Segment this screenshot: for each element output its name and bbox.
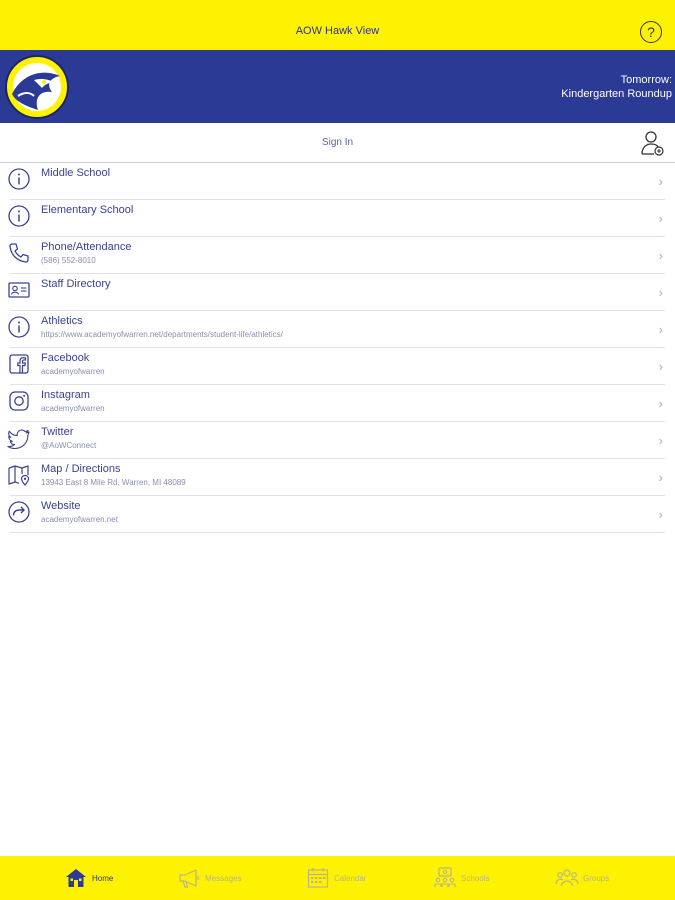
instagram-icon	[9, 391, 29, 411]
list-item-facebook[interactable]: Facebook academyofwarren ›	[9, 348, 665, 385]
list-item-label: Staff Directory	[41, 278, 111, 290]
info-icon	[8, 205, 30, 227]
list-item-label: Twitter	[41, 426, 74, 438]
tab-groups[interactable]: Groups	[555, 862, 609, 894]
chevron-right-icon: ›	[658, 433, 663, 448]
list-item-label: Athletics	[41, 315, 83, 327]
tab-label: Calendar	[334, 873, 367, 883]
info-icon	[8, 316, 30, 338]
home-icon	[66, 869, 86, 887]
list-item-label: Instagram	[41, 389, 90, 401]
list-item-sub: academyofwarren.net	[41, 515, 118, 524]
tab-label: Schools	[461, 873, 490, 883]
menu-list: Middle School › Elementary School › Phon…	[0, 163, 675, 533]
megaphone-icon	[179, 869, 199, 888]
schools-icon	[434, 867, 456, 887]
tab-label: Home	[92, 873, 114, 883]
list-item-label: Facebook	[41, 352, 90, 364]
user-add-icon[interactable]	[640, 130, 664, 156]
chevron-right-icon: ›	[658, 396, 663, 411]
twitter-icon	[7, 429, 30, 450]
list-item-label: Phone/Attendance	[41, 241, 132, 253]
tab-schools[interactable]: Schools	[433, 862, 489, 894]
list-item-label: Elementary School	[41, 204, 134, 216]
tab-label: Groups	[583, 873, 610, 883]
sign-in-label: Sign In	[321, 137, 354, 148]
map-icon	[8, 465, 30, 486]
list-item-athletics[interactable]: Athletics https://www.academyofwarren.ne…	[8, 311, 665, 348]
info-icon	[8, 168, 30, 190]
groups-icon	[555, 869, 579, 887]
contact-card-icon	[8, 282, 30, 298]
phone-icon	[9, 243, 29, 263]
list-item-staff-directory[interactable]: Staff Directory ›	[8, 274, 665, 311]
chevron-right-icon: ›	[658, 285, 663, 300]
list-item-sub: https://www.academyofwarren.net/departme…	[41, 330, 283, 339]
tab-calendar[interactable]: Calendar	[306, 862, 366, 894]
top-app-bar: AOW Hawk View ?	[0, 0, 675, 50]
list-item-label: Middle School	[41, 167, 111, 179]
chevron-right-icon: ›	[658, 174, 663, 189]
chevron-right-icon: ›	[658, 248, 663, 263]
school-banner: Tomorrow: Kindergarten Roundup	[0, 50, 675, 123]
list-item-website[interactable]: Website academyofwarren.net ›	[8, 496, 665, 533]
calendar-icon	[307, 868, 329, 888]
list-item-elementary-school[interactable]: Elementary School ›	[8, 200, 665, 237]
list-item-sub: (586) 552-8010	[41, 256, 96, 265]
tab-label: Messages	[205, 873, 242, 883]
chevron-right-icon: ›	[658, 359, 663, 374]
list-item-middle-school[interactable]: Middle School ›	[8, 163, 665, 200]
facebook-icon	[9, 354, 29, 374]
chevron-right-icon: ›	[658, 211, 663, 226]
list-item-phone-attendance[interactable]: Phone/Attendance (586) 552-8010 ›	[9, 237, 665, 274]
sign-in-bar[interactable]: Sign In	[0, 123, 675, 163]
bottom-tab-bar: Home Messages Calendar Schools Groups	[0, 856, 675, 900]
list-item-map-directions[interactable]: Map / Directions 13943 East 8 Mile Rd, W…	[8, 459, 665, 496]
list-item-sub: @AoWConnect	[41, 441, 97, 450]
list-item-sub: academyofwarren	[41, 367, 105, 376]
list-item-sub: academyofwarren	[41, 404, 105, 413]
hawk-logo-icon	[5, 55, 69, 119]
list-item-instagram[interactable]: Instagram academyofwarren ›	[9, 385, 665, 422]
help-icon[interactable]: ?	[640, 21, 662, 43]
chevron-right-icon: ›	[658, 322, 663, 337]
chevron-right-icon: ›	[658, 507, 663, 522]
list-item-label: Map / Directions	[41, 463, 121, 475]
tab-home[interactable]: Home	[64, 862, 113, 894]
upcoming-event[interactable]: Tomorrow: Kindergarten Roundup	[561, 73, 672, 101]
list-item-twitter[interactable]: Twitter @AoWConnect ›	[7, 422, 665, 459]
tab-messages[interactable]: Messages	[177, 862, 241, 894]
list-item-label: Website	[41, 500, 81, 512]
website-icon	[8, 501, 30, 523]
upcoming-day: Tomorrow:	[620, 74, 672, 86]
app-title: AOW Hawk View	[295, 25, 380, 37]
list-item-sub: 13943 East 8 Mile Rd, Warren, MI 48089	[41, 478, 186, 487]
upcoming-title: Kindergarten Roundup	[561, 88, 672, 100]
chevron-right-icon: ›	[658, 470, 663, 485]
